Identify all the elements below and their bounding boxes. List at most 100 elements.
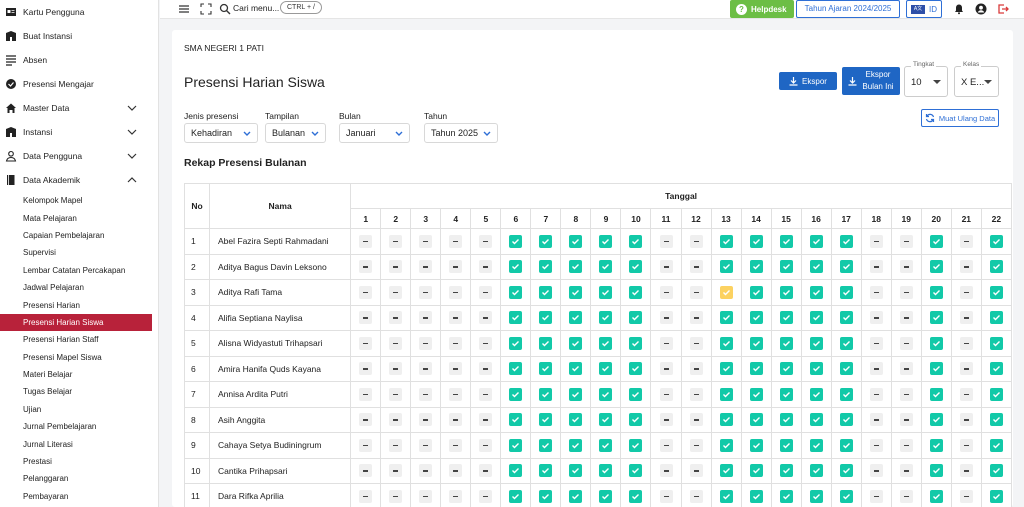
attendance-cell[interactable] xyxy=(680,483,712,507)
attendance-cell[interactable] xyxy=(920,253,952,280)
attendance-cell[interactable] xyxy=(710,253,742,280)
attendance-cell[interactable] xyxy=(980,304,1013,331)
attendance-cell[interactable] xyxy=(710,381,742,408)
attendance-cell[interactable] xyxy=(770,279,802,306)
attendance-cell[interactable] xyxy=(440,381,472,408)
attendance-cell[interactable] xyxy=(650,355,682,382)
attendance-cell[interactable] xyxy=(890,304,922,331)
attendance-cell[interactable] xyxy=(890,457,922,484)
attendance-cell[interactable] xyxy=(650,279,682,306)
attendance-cell[interactable] xyxy=(710,483,742,507)
attendance-cell[interactable] xyxy=(440,432,472,459)
attendance-cell[interactable] xyxy=(800,355,832,382)
attendance-cell[interactable] xyxy=(500,432,532,459)
attendance-cell[interactable] xyxy=(620,355,652,382)
attendance-cell[interactable] xyxy=(500,483,532,507)
attendance-cell[interactable] xyxy=(650,253,682,280)
fullscreen-icon[interactable] xyxy=(200,3,212,15)
attendance-cell[interactable] xyxy=(770,406,802,433)
attendance-cell[interactable] xyxy=(620,457,652,484)
attendance-cell[interactable] xyxy=(950,432,982,459)
attendance-cell[interactable] xyxy=(860,253,892,280)
attendance-cell[interactable] xyxy=(350,330,382,357)
account-icon[interactable] xyxy=(975,3,987,15)
sidebar-subitem-mata-pelajaran[interactable]: Mata Pelajaran xyxy=(0,209,158,226)
attendance-cell[interactable] xyxy=(410,381,442,408)
attendance-cell[interactable] xyxy=(440,457,472,484)
attendance-cell[interactable] xyxy=(830,253,862,280)
attendance-cell[interactable] xyxy=(860,432,892,459)
attendance-cell[interactable] xyxy=(890,228,922,255)
attendance-cell[interactable] xyxy=(710,432,742,459)
jenis-select[interactable]: Kehadiran xyxy=(184,123,258,143)
sidebar-item-buat-instansi[interactable]: Buat Instansi xyxy=(0,24,158,48)
attendance-cell[interactable] xyxy=(500,228,532,255)
attendance-cell[interactable] xyxy=(620,228,652,255)
attendance-cell[interactable] xyxy=(890,483,922,507)
sidebar-subitem-presensi-harian[interactable]: Presensi Harian xyxy=(0,296,158,313)
attendance-cell[interactable] xyxy=(500,330,532,357)
attendance-cell[interactable] xyxy=(740,432,772,459)
logout-icon[interactable] xyxy=(997,3,1009,15)
attendance-cell[interactable] xyxy=(500,381,532,408)
sidebar-item-data-pengguna[interactable]: Data Pengguna xyxy=(0,144,158,168)
attendance-cell[interactable] xyxy=(440,483,472,507)
attendance-cell[interactable] xyxy=(950,279,982,306)
attendance-cell[interactable] xyxy=(650,432,682,459)
attendance-cell[interactable] xyxy=(710,330,742,357)
attendance-cell[interactable] xyxy=(410,355,442,382)
attendance-cell[interactable] xyxy=(530,330,562,357)
attendance-cell[interactable] xyxy=(770,483,802,507)
attendance-cell[interactable] xyxy=(650,381,682,408)
attendance-cell[interactable] xyxy=(860,457,892,484)
sidebar-subitem-prestasi[interactable]: Prestasi xyxy=(0,453,158,470)
attendance-cell[interactable] xyxy=(620,483,652,507)
sidebar-subitem-ujian[interactable]: Ujian xyxy=(0,401,158,418)
sidebar-item-absen[interactable]: Absen xyxy=(0,48,158,72)
attendance-cell[interactable] xyxy=(830,483,862,507)
attendance-cell[interactable] xyxy=(950,228,982,255)
attendance-cell[interactable] xyxy=(380,483,412,507)
attendance-cell[interactable] xyxy=(800,253,832,280)
attendance-cell[interactable] xyxy=(380,432,412,459)
attendance-cell[interactable] xyxy=(770,228,802,255)
attendance-cell[interactable] xyxy=(770,381,802,408)
attendance-cell[interactable] xyxy=(860,304,892,331)
attendance-cell[interactable] xyxy=(350,253,382,280)
attendance-cell[interactable] xyxy=(890,432,922,459)
attendance-cell[interactable] xyxy=(740,355,772,382)
attendance-cell[interactable] xyxy=(650,228,682,255)
tingkat-select[interactable]: Tingkat 10 xyxy=(904,61,948,97)
sidebar-subitem-lembar-catatan-percakapan[interactable]: Lembar Catatan Percakapan xyxy=(0,262,158,279)
attendance-cell[interactable] xyxy=(740,483,772,507)
attendance-cell[interactable] xyxy=(980,355,1013,382)
sidebar-item-kartu-pengguna[interactable]: Kartu Pengguna xyxy=(0,0,158,24)
attendance-cell[interactable] xyxy=(380,381,412,408)
attendance-cell[interactable] xyxy=(680,406,712,433)
sidebar-subitem-kelompok-mapel[interactable]: Kelompok Mapel xyxy=(0,192,158,209)
attendance-cell[interactable] xyxy=(620,432,652,459)
attendance-cell[interactable] xyxy=(440,279,472,306)
attendance-cell[interactable] xyxy=(560,432,592,459)
attendance-cell[interactable] xyxy=(920,457,952,484)
attendance-cell[interactable] xyxy=(890,330,922,357)
attendance-cell[interactable] xyxy=(470,381,502,408)
attendance-cell[interactable] xyxy=(650,483,682,507)
attendance-cell[interactable] xyxy=(380,457,412,484)
sidebar-subitem-jadwal-pelajaran[interactable]: Jadwal Pelajaran xyxy=(0,279,158,296)
attendance-cell[interactable] xyxy=(770,432,802,459)
attendance-cell[interactable] xyxy=(410,228,442,255)
attendance-cell[interactable] xyxy=(860,483,892,507)
attendance-cell[interactable] xyxy=(710,355,742,382)
attendance-cell[interactable] xyxy=(440,355,472,382)
attendance-cell[interactable] xyxy=(440,253,472,280)
attendance-cell[interactable] xyxy=(650,457,682,484)
attendance-cell[interactable] xyxy=(770,457,802,484)
attendance-cell[interactable] xyxy=(800,432,832,459)
attendance-cell[interactable] xyxy=(470,330,502,357)
attendance-cell[interactable] xyxy=(740,228,772,255)
attendance-cell[interactable] xyxy=(890,406,922,433)
sidebar-subitem-tugas-belajar[interactable]: Tugas Belajar xyxy=(0,383,158,400)
attendance-cell[interactable] xyxy=(560,406,592,433)
attendance-cell[interactable] xyxy=(650,330,682,357)
